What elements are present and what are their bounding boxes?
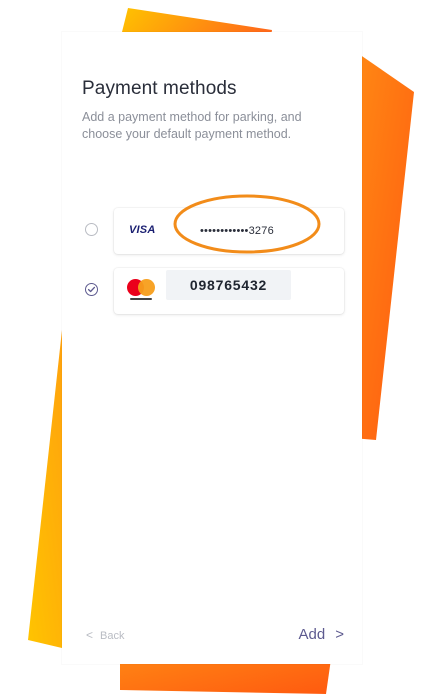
card-number: 098765432	[189, 277, 268, 293]
payment-methods-screen: Payment methods Add a payment method for…	[62, 32, 362, 664]
chevron-right-icon: >	[335, 626, 344, 643]
visa-logo: VISA	[129, 224, 156, 236]
radio-unselected-icon[interactable]	[85, 223, 98, 236]
annotation-circle	[173, 194, 321, 254]
page-title: Payment methods	[82, 78, 237, 99]
back-label: Back	[100, 630, 125, 642]
payment-method-row-mastercard[interactable]: 098765432	[62, 268, 362, 314]
add-label: Add	[298, 626, 326, 643]
back-button[interactable]: < Back	[86, 628, 124, 642]
add-button[interactable]: Add >	[299, 626, 344, 643]
mastercard-icon	[127, 279, 157, 303]
radio-checked-icon[interactable]	[85, 283, 98, 296]
page-subtitle: Add a payment method for parking, and ch…	[82, 110, 302, 141]
chevron-left-icon: <	[86, 628, 94, 642]
footer-nav: < Back Add >	[62, 626, 362, 648]
card-number-overlay: 098765432	[166, 270, 291, 300]
payment-card-mastercard[interactable]: 098765432	[114, 268, 344, 314]
